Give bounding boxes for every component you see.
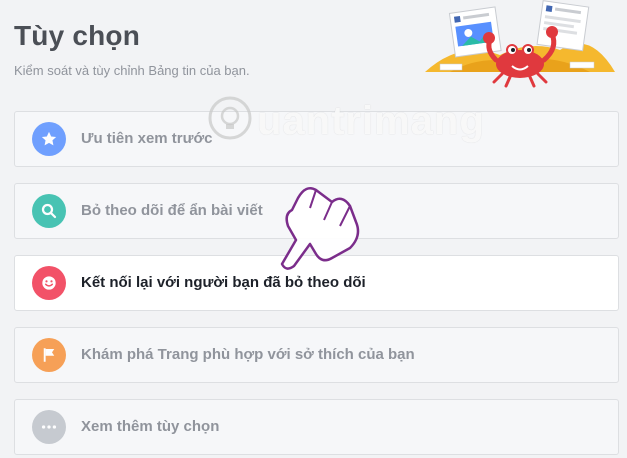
option-label: Kết nối lại với người bạn đã bỏ theo dõi [81, 274, 366, 291]
more-icon [32, 410, 66, 444]
option-discover-pages[interactable]: Khám phá Trang phù hợp với sở thích của … [14, 327, 619, 383]
option-label: Khám phá Trang phù hợp với sở thích của … [81, 346, 415, 363]
options-list: Ưu tiên xem trước Bỏ theo dõi để ẩn bài … [14, 111, 620, 458]
option-see-first[interactable]: Ưu tiên xem trước [14, 111, 619, 167]
option-label: Xem thêm tùy chọn [81, 418, 220, 435]
page-subtitle: Kiểm soát và tùy chỉnh Bảng tin của bạn. [14, 63, 250, 78]
option-reconnect[interactable]: Kết nối lại với người bạn đã bỏ theo dõi [14, 255, 619, 311]
header: Tùy chọn Kiểm soát và tùy chỉnh Bảng tin… [0, 0, 627, 100]
news-feed-preferences-panel: Tùy chọn Kiểm soát và tùy chỉnh Bảng tin… [0, 0, 627, 458]
option-label: Ưu tiên xem trước [81, 130, 213, 147]
page-title: Tùy chọn [14, 20, 141, 51]
option-unfollow[interactable]: Bỏ theo dõi để ẩn bài viết [14, 183, 619, 239]
search-icon [32, 194, 66, 228]
crab-illustration [425, 0, 615, 88]
star-icon [32, 122, 66, 156]
smile-icon [32, 266, 66, 300]
flag-icon [32, 338, 66, 372]
option-label: Bỏ theo dõi để ẩn bài viết [81, 202, 263, 219]
option-more[interactable]: Xem thêm tùy chọn [14, 399, 619, 455]
